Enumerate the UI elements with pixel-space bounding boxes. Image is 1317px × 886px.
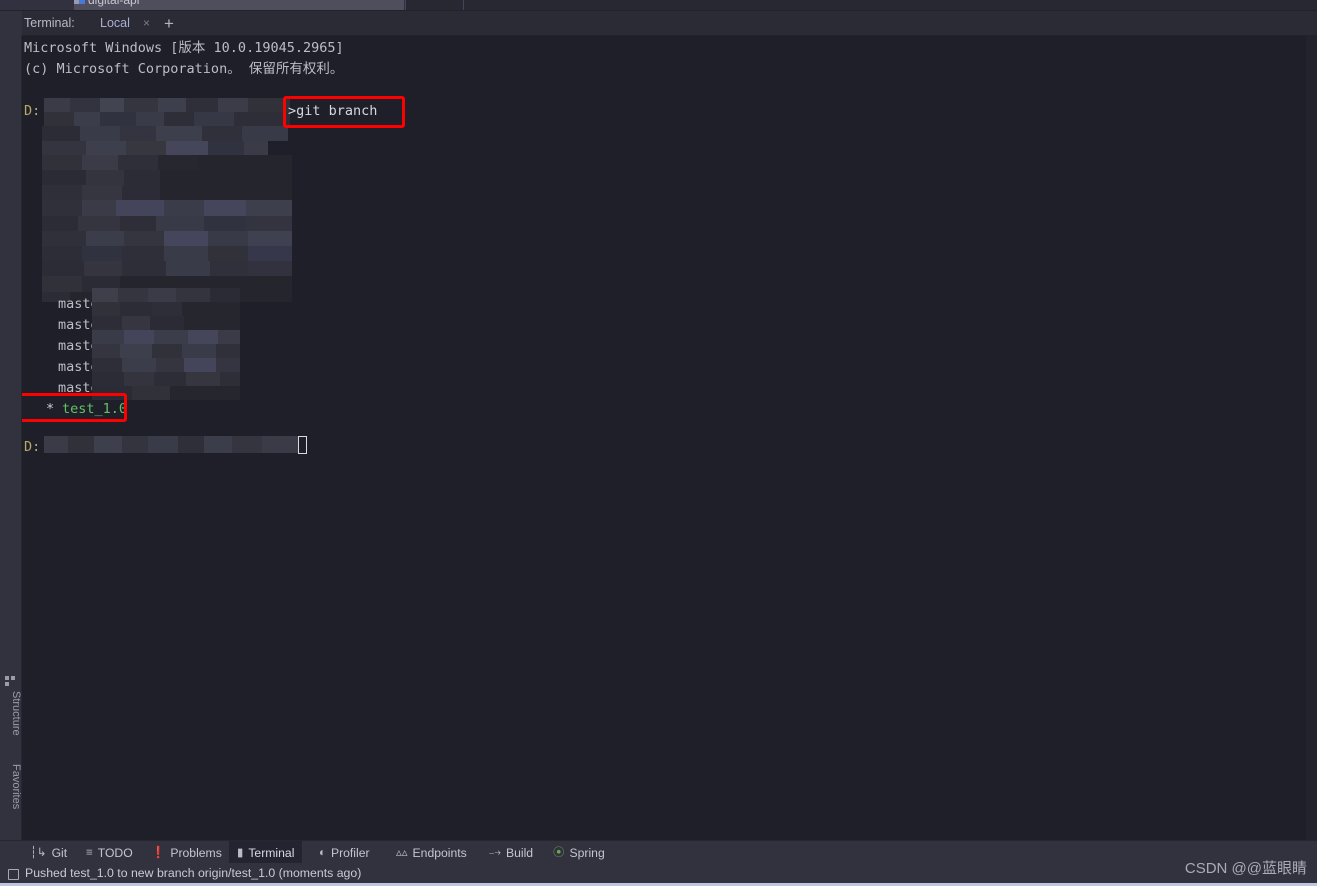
terminal-title: Terminal: [24, 16, 75, 30]
tool-button-problems[interactable]: ❗ Problems [143, 841, 230, 864]
editor-tab-strip: digital-api [0, 0, 1317, 11]
watermark: CSDN @@蓝眼睛 [1184, 860, 1307, 877]
tool-button-terminal[interactable]: ▮ Terminal [229, 841, 303, 864]
module-icon [74, 0, 85, 6]
tool-button-endpoints-label: Endpoints [412, 845, 467, 860]
terminal-final-prompt-drive: D: [24, 439, 41, 455]
endpoints-icon: ▵▵ [396, 846, 408, 859]
terminal-header-gutter [0, 11, 22, 36]
add-terminal-button[interactable]: + [164, 15, 174, 32]
sidebar-item-favorites[interactable]: Favorites [0, 764, 22, 809]
terminal-prompt-drive: D: [24, 103, 41, 119]
terminal-scrollbar[interactable] [1306, 36, 1317, 840]
tool-button-profiler-label: Profiler [330, 845, 370, 860]
sidebar-item-structure[interactable]: Structure [0, 691, 22, 736]
ide-window: digital-api Terminal: Local × + Structur… [0, 0, 1317, 886]
close-icon[interactable]: × [143, 16, 150, 30]
redacted-branch-suffixes [92, 288, 240, 400]
tool-button-build[interactable]: ⤍ Build [481, 841, 541, 864]
terminal-tab-local[interactable]: Local × [95, 14, 155, 38]
tool-button-spring-label: Spring [569, 845, 605, 860]
spring-leaf-icon: ⦿ [553, 846, 565, 859]
tool-button-build-label: Build [505, 845, 534, 860]
tool-button-spring[interactable]: ⦿ Spring [545, 841, 613, 864]
redacted-path-1 [44, 98, 290, 126]
tool-button-terminal-label: Terminal [248, 845, 295, 860]
editor-tab-label: digital-api [88, 0, 140, 7]
left-tool-sidebar: Structure ★ Favorites [0, 36, 22, 855]
terminal-tab-label: Local [100, 16, 130, 30]
tool-button-todo[interactable]: ≡ TODO [78, 841, 141, 864]
terminal-cursor [298, 436, 307, 454]
hammer-icon: ⤍ [489, 846, 501, 859]
profiler-icon: ◐ [319, 846, 326, 859]
status-message: Pushed test_1.0 to new branch origin/tes… [25, 866, 362, 880]
warning-icon: ❗ [151, 846, 166, 859]
redacted-path-2 [44, 436, 298, 453]
tool-button-endpoints[interactable]: ▵▵ Endpoints [388, 841, 475, 864]
terminal-command-git-branch: >git branch [288, 103, 378, 119]
tool-button-todo-label: TODO [97, 845, 133, 860]
list-icon: ≡ [86, 846, 93, 859]
terminal-line-copyright: (c) Microsoft Corporation。 保留所有权利。 [24, 61, 344, 77]
sidebar-item-structure-label: Structure [10, 691, 22, 736]
terminal-icon: ▮ [237, 846, 244, 859]
sidebar-item-favorites-label: Favorites [10, 764, 22, 810]
redacted-branch-block [38, 126, 292, 302]
current-branch-name: test_1.0 [62, 401, 128, 417]
tool-button-git[interactable]: ┆↳ Git [22, 841, 75, 864]
status-bar: Pushed test_1.0 to new branch origin/tes… [0, 863, 1317, 886]
bottom-tool-bar: ┆↳ Git ≡ TODO ❗ Problems ▮ Terminal ◐ Pr… [0, 840, 1317, 864]
terminal-output-panel[interactable]: Microsoft Windows [版本 10.0.19045.2965] (… [22, 36, 1317, 840]
tool-button-problems-label: Problems [170, 845, 222, 860]
redacted-branch-glyph-1 [60, 221, 67, 242]
notification-icon[interactable] [8, 869, 19, 880]
tool-button-profiler[interactable]: ◐ Profiler [311, 841, 378, 864]
tool-button-git-label: Git [51, 845, 68, 860]
terminal-header: Terminal: Local × + [0, 11, 1317, 38]
terminal-line-os-version: Microsoft Windows [版本 10.0.19045.2965] [24, 40, 344, 56]
git-branch-icon: ┆↳ [30, 846, 47, 859]
current-branch-marker: * [46, 401, 55, 417]
structure-icon [5, 676, 17, 686]
